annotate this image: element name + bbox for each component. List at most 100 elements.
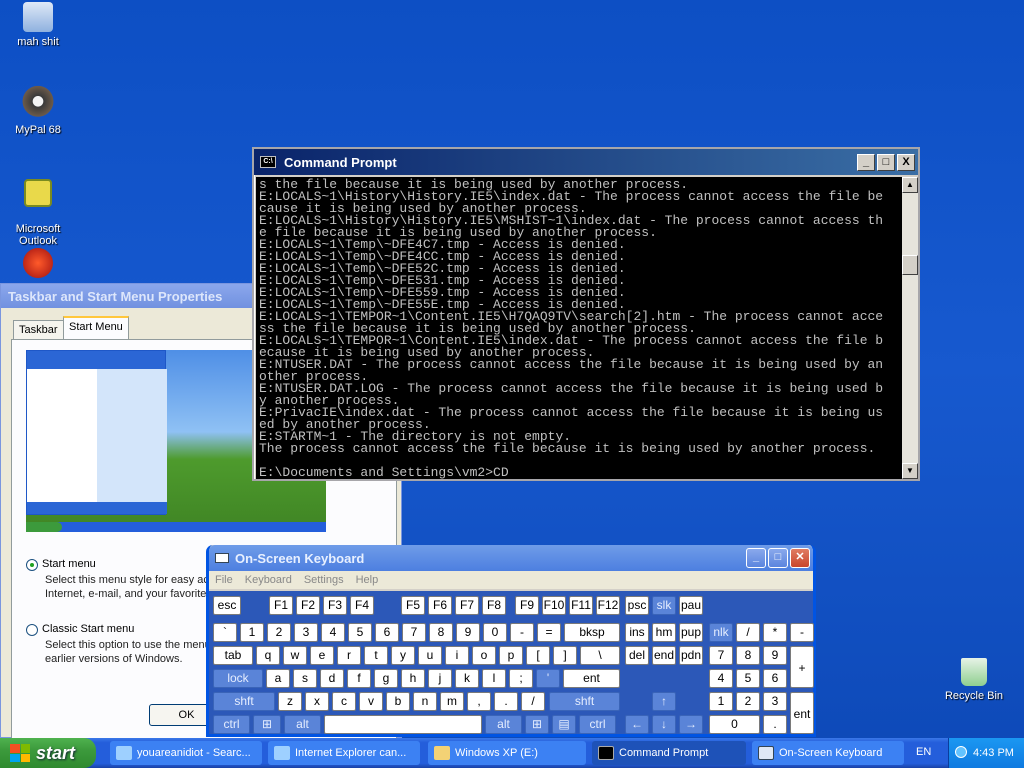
osk-key[interactable]: = bbox=[537, 623, 561, 642]
osk-key[interactable]: e bbox=[310, 646, 334, 665]
osk-key[interactable]: 0 bbox=[709, 715, 760, 734]
osk-key[interactable]: shft bbox=[549, 692, 620, 711]
osk-key[interactable]: x bbox=[305, 692, 329, 711]
scroll-down-arrow-icon[interactable]: ▼ bbox=[902, 463, 918, 479]
desktop-icon-computer[interactable]: mah shit bbox=[0, 2, 76, 48]
osk-key[interactable]: end bbox=[652, 646, 676, 665]
osk-key[interactable]: . bbox=[494, 692, 518, 711]
desktop-icon-outlook[interactable]: Microsoft Outlook bbox=[0, 167, 76, 247]
osk-key[interactable]: h bbox=[401, 669, 425, 688]
osk-key[interactable]: c bbox=[332, 692, 356, 711]
osk-key[interactable]: i bbox=[445, 646, 469, 665]
osk-key[interactable]: ; bbox=[509, 669, 533, 688]
osk-key[interactable]: , bbox=[467, 692, 491, 711]
osk-key[interactable]: F4 bbox=[350, 596, 374, 615]
osk-key[interactable]: shft bbox=[213, 692, 275, 711]
osk-key[interactable]: 0 bbox=[483, 623, 507, 642]
osk-key[interactable]: b bbox=[386, 692, 410, 711]
osk-key[interactable]: 1 bbox=[240, 623, 264, 642]
desktop-icon-mypal[interactable]: MyPal 68 bbox=[0, 86, 76, 136]
osk-key[interactable]: ← bbox=[625, 715, 649, 734]
osk-key[interactable]: - bbox=[510, 623, 534, 642]
osk-key[interactable]: F2 bbox=[296, 596, 320, 615]
osk-key[interactable]: slk bbox=[652, 596, 676, 615]
osk-key[interactable]: q bbox=[256, 646, 280, 665]
osk-key[interactable]: s bbox=[293, 669, 317, 688]
osk-key[interactable]: ] bbox=[553, 646, 577, 665]
maximize-button[interactable]: □ bbox=[877, 153, 895, 171]
osk-key[interactable]: esc bbox=[213, 596, 241, 615]
cmd-output[interactable]: s the file because it is being used by a… bbox=[256, 177, 902, 479]
osk-key[interactable]: hm bbox=[652, 623, 676, 642]
osk-key[interactable]: + bbox=[790, 646, 814, 688]
command-prompt-window[interactable]: C:\ Command Prompt _ □ X s the file beca… bbox=[252, 147, 920, 481]
osk-key[interactable]: ⊞ bbox=[525, 715, 549, 734]
osk-key[interactable]: 3 bbox=[763, 692, 787, 711]
osk-key[interactable]: o bbox=[472, 646, 496, 665]
menu-settings[interactable]: Settings bbox=[304, 574, 344, 586]
osk-key[interactable]: ent bbox=[790, 692, 814, 734]
scroll-thumb[interactable] bbox=[902, 255, 918, 275]
osk-key[interactable]: 6 bbox=[763, 669, 787, 688]
osk-key[interactable]: 3 bbox=[294, 623, 318, 642]
osk-key[interactable]: F8 bbox=[482, 596, 506, 615]
clock[interactable]: 4:43 PM bbox=[973, 747, 1014, 759]
osk-key[interactable]: F12 bbox=[596, 596, 620, 615]
osk-key[interactable]: . bbox=[763, 715, 787, 734]
osk-key[interactable]: v bbox=[359, 692, 383, 711]
osk-key[interactable]: f bbox=[347, 669, 371, 688]
osk-key[interactable]: / bbox=[521, 692, 545, 711]
taskbar-button-on-screen-keyboard[interactable]: On-Screen Keyboard bbox=[752, 741, 904, 765]
osk-key[interactable]: y bbox=[391, 646, 415, 665]
start-button[interactable]: start bbox=[0, 738, 96, 768]
menu-file[interactable]: File bbox=[215, 574, 233, 586]
osk-maximize-button[interactable]: □ bbox=[768, 548, 788, 568]
osk-key[interactable]: / bbox=[736, 623, 760, 642]
tab-taskbar[interactable]: Taskbar bbox=[13, 320, 64, 340]
taskbar-button-youareanidiot[interactable]: youareanidiot - Searc... bbox=[110, 741, 262, 765]
taskbar-button-command-prompt[interactable]: Command Prompt bbox=[592, 741, 746, 765]
osk-key[interactable]: F6 bbox=[428, 596, 452, 615]
osk-key[interactable]: u bbox=[418, 646, 442, 665]
osk-key[interactable]: j bbox=[428, 669, 452, 688]
osk-key[interactable]: ins bbox=[625, 623, 649, 642]
menu-help[interactable]: Help bbox=[356, 574, 379, 586]
osk-key[interactable]: 5 bbox=[736, 669, 760, 688]
osk-key[interactable]: 8 bbox=[736, 646, 760, 665]
osk-key[interactable]: t bbox=[364, 646, 388, 665]
osk-key[interactable]: 4 bbox=[709, 669, 733, 688]
minimize-button[interactable]: _ bbox=[857, 153, 875, 171]
tab-start-menu[interactable]: Start Menu bbox=[63, 316, 129, 340]
osk-key[interactable]: 6 bbox=[375, 623, 399, 642]
osk-key[interactable]: pup bbox=[679, 623, 703, 642]
osk-key[interactable]: - bbox=[790, 623, 814, 642]
osk-key[interactable]: a bbox=[266, 669, 290, 688]
scroll-up-arrow-icon[interactable]: ▲ bbox=[902, 177, 918, 193]
osk-key[interactable]: ` bbox=[213, 623, 237, 642]
on-screen-keyboard-window[interactable]: On-Screen Keyboard _ □ ✕ File Keyboard S… bbox=[206, 545, 816, 737]
osk-key[interactable]: r bbox=[337, 646, 361, 665]
osk-key[interactable]: g bbox=[374, 669, 398, 688]
osk-key[interactable]: 4 bbox=[321, 623, 345, 642]
osk-key[interactable]: n bbox=[413, 692, 437, 711]
osk-key[interactable]: lock bbox=[213, 669, 263, 688]
taskbar-button-windows-xp-e[interactable]: Windows XP (E:) bbox=[428, 741, 586, 765]
tray-icon[interactable] bbox=[955, 746, 967, 758]
osk-key[interactable]: 1 bbox=[709, 692, 733, 711]
osk-key[interactable]: \ bbox=[580, 646, 620, 665]
osk-close-button[interactable]: ✕ bbox=[790, 548, 810, 568]
osk-key[interactable]: ctrl bbox=[579, 715, 616, 734]
menu-keyboard[interactable]: Keyboard bbox=[245, 574, 292, 586]
osk-key[interactable]: F1 bbox=[269, 596, 293, 615]
osk-key[interactable]: F5 bbox=[401, 596, 425, 615]
osk-key[interactable]: w bbox=[283, 646, 307, 665]
cmd-scrollbar[interactable]: ▲ ▼ bbox=[902, 177, 918, 479]
osk-key[interactable]: nlk bbox=[709, 623, 733, 642]
osk-key[interactable]: ctrl bbox=[213, 715, 250, 734]
taskbar-button-ie-error[interactable]: Internet Explorer can... bbox=[268, 741, 420, 765]
osk-key[interactable]: 9 bbox=[456, 623, 480, 642]
osk-key[interactable]: ▤ bbox=[552, 715, 576, 734]
osk-key[interactable]: tab bbox=[213, 646, 253, 665]
desktop-icon-recycle-bin[interactable]: Recycle Bin bbox=[936, 658, 1012, 702]
osk-key[interactable]: alt bbox=[284, 715, 321, 734]
